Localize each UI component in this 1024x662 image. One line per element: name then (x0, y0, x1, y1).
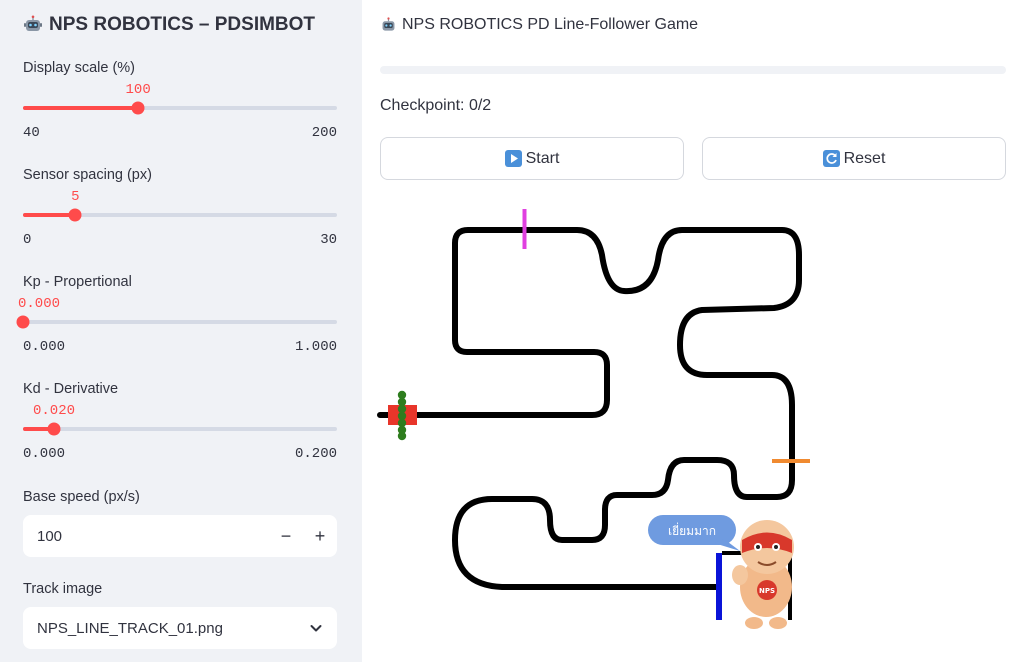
slider-min: 0.000 (23, 446, 66, 462)
slider-value: 5 (71, 189, 80, 205)
base-speed-input[interactable]: 100 − + (23, 515, 337, 557)
start-button[interactable]: Start (380, 137, 684, 180)
robot-icon (24, 15, 42, 31)
slider-label: Display scale (%) (23, 60, 135, 76)
reset-button[interactable]: Reset (702, 137, 1006, 180)
slider-thumb[interactable] (16, 315, 30, 329)
increment-button[interactable]: + (303, 515, 337, 557)
track-image-select[interactable]: NPS_LINE_TRACK_01.png (23, 607, 337, 649)
reset-icon (822, 150, 840, 167)
slider-track[interactable] (23, 320, 337, 324)
slider-track[interactable] (23, 427, 337, 431)
decrement-button[interactable]: − (269, 515, 303, 557)
progress-bar (380, 66, 1006, 74)
slider-min: 0 (23, 232, 32, 248)
sidebar: NPS ROBOTICS – PDSIMBOT Display scale (%… (0, 0, 362, 662)
play-icon (504, 150, 522, 167)
slider-label: Sensor spacing (px) (23, 167, 152, 183)
checkpoint-status: Checkpoint: 0/2 (380, 97, 492, 114)
kp-slider: Kp - Propertional 0.000 0.000 1.000 (16, 274, 337, 359)
sensor-spacing-slider: Sensor spacing (px) 5 0 30 (23, 167, 337, 252)
track-line (377, 227, 802, 590)
slider-max: 30 (320, 232, 337, 248)
slider-fill (23, 213, 76, 217)
slider-thumb[interactable] (47, 422, 61, 436)
slider-thumb[interactable] (68, 208, 82, 222)
checkpoint-marker (772, 459, 810, 463)
sidebar-title: NPS ROBOTICS – PDSIMBOT (23, 14, 315, 36)
start-label: Start (525, 149, 560, 167)
slider-min: 0.000 (23, 339, 66, 355)
robot-sensors (397, 390, 407, 441)
reset-label: Reset (843, 149, 886, 167)
speech-bubble-text: เยี่ยมมาก (668, 522, 716, 538)
slider-value: 0.020 (32, 403, 76, 419)
track-canvas[interactable]: เยี่ยมมาก NPS (362, 195, 1024, 662)
robot-icon (382, 16, 395, 31)
slider-value: 100 (125, 82, 151, 98)
slider-label: Kd - Derivative (23, 381, 119, 397)
base-speed-value[interactable]: 100 (23, 528, 269, 545)
sidebar-title-text: NPS ROBOTICS – PDSIMBOT (49, 14, 316, 35)
main-area: NPS ROBOTICS PD Line-Follower Game Check… (362, 0, 1024, 662)
track-image-label: Track image (23, 581, 103, 597)
slider-thumb[interactable] (131, 101, 145, 115)
checkpoint-marker (522, 209, 527, 249)
slider-max: 0.200 (294, 446, 337, 462)
slider-value: 0.000 (17, 296, 61, 312)
page-title-text: NPS ROBOTICS PD Line-Follower Game (402, 16, 699, 33)
slider-min: 40 (23, 125, 40, 141)
slider-max: 1.000 (294, 339, 337, 355)
chevron-down-icon (310, 625, 322, 632)
mascot-badge: NPS (759, 587, 775, 595)
display-scale-slider: Display scale (%) 100 40 200 (23, 60, 337, 145)
slider-max: 200 (311, 125, 337, 141)
track-image-value: NPS_LINE_TRACK_01.png (37, 619, 223, 637)
base-speed-label: Base speed (px/s) (23, 489, 140, 505)
kd-slider: Kd - Derivative 0.020 0.000 0.200 (23, 381, 337, 466)
page-title: NPS ROBOTICS PD Line-Follower Game (380, 16, 698, 34)
speech-bubble: เยี่ยมมาก (648, 515, 740, 551)
slider-fill (23, 106, 139, 110)
slider-label: Kp - Propertional (23, 274, 132, 290)
mascot-icon: NPS (732, 520, 794, 629)
